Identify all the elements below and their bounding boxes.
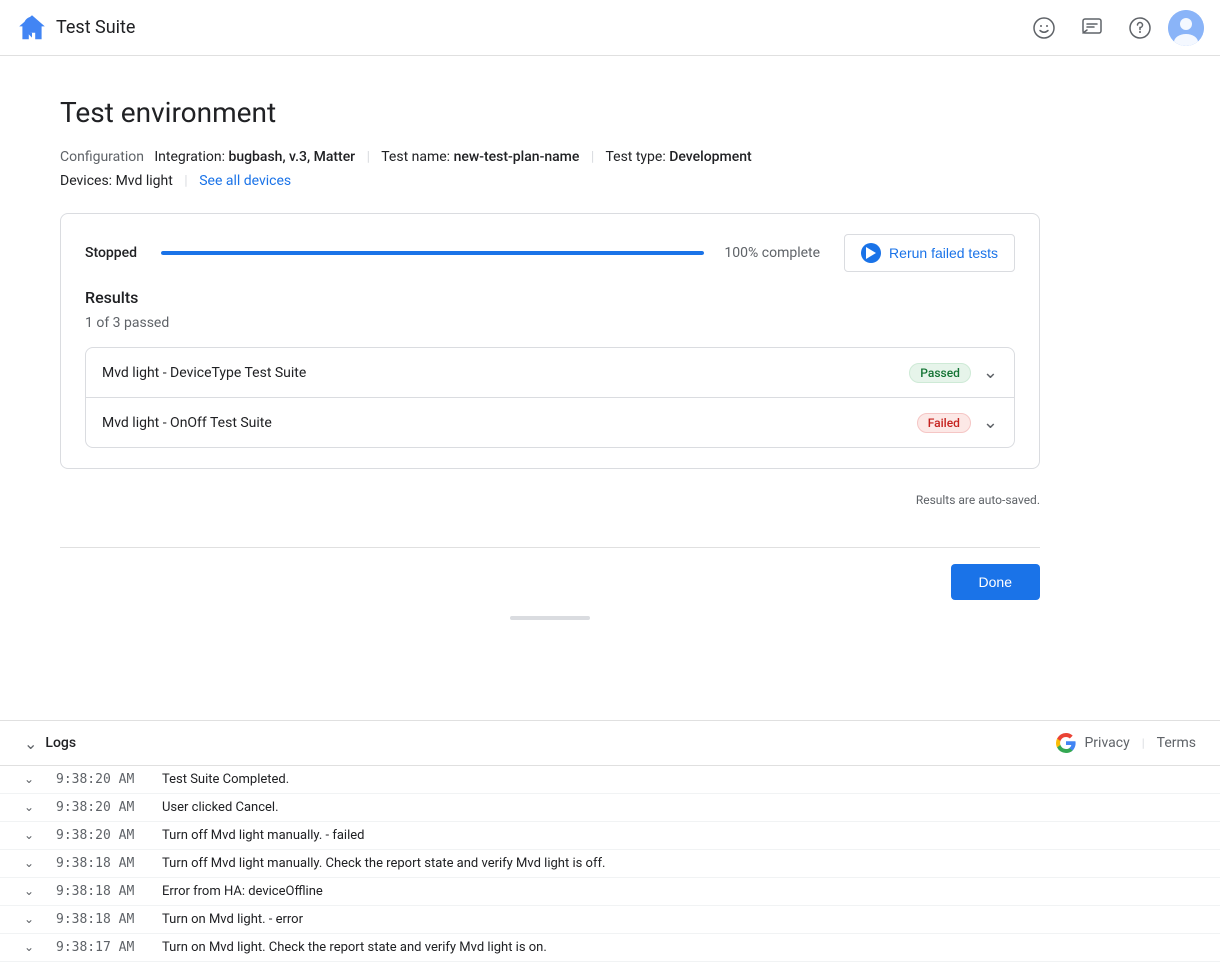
scroll-indicator [60, 616, 1040, 620]
test-type-label: Test type: [605, 149, 665, 165]
devices-line: Devices: Mvd light | See all devices [60, 173, 1040, 189]
log-time: 9:38:20 AM [56, 828, 146, 843]
log-message: Error from HA: deviceOffline [162, 884, 1196, 899]
separator-3: | [184, 173, 187, 189]
scroll-bar [510, 616, 590, 620]
log-expand-icon[interactable]: ⌄ [24, 856, 40, 870]
test-name-label: Test name: [381, 149, 450, 165]
logs-header-right: Privacy | Terms [1056, 733, 1196, 753]
chat-button[interactable] [1072, 8, 1112, 48]
test-right: Failed ⌄ [917, 412, 998, 433]
header-right [1024, 8, 1204, 48]
status-badge-failed: Failed [917, 413, 971, 433]
config-label: Configuration [60, 149, 144, 165]
chevron-down-icon: ⌄ [983, 412, 998, 433]
divider [60, 547, 1040, 548]
log-time: 9:38:17 AM [56, 940, 146, 955]
logs-content: ⌄ 9:38:20 AM Test Suite Completed. ⌄ 9:3… [0, 766, 1220, 962]
header-left: Test Suite [16, 12, 135, 44]
help-button[interactable] [1120, 8, 1160, 48]
log-message: Turn off Mvd light manually. Check the r… [162, 856, 1196, 871]
results-summary: 1 of 3 passed [85, 315, 1015, 331]
logs-title: Logs [45, 735, 76, 751]
separator-1: | [367, 149, 370, 165]
log-entry: ⌄ 9:38:20 AM Test Suite Completed. [0, 766, 1220, 794]
status-badge-passed: Passed [909, 363, 971, 383]
rerun-btn-label: Rerun failed tests [889, 245, 998, 261]
log-expand-icon[interactable]: ⌄ [24, 912, 40, 926]
devices-value: Mvd light [116, 173, 173, 189]
done-button[interactable]: Done [951, 564, 1040, 600]
log-entry: ⌄ 9:38:17 AM Turn on Mvd light. Check th… [0, 934, 1220, 962]
test-type-value: Development [669, 149, 751, 165]
log-time: 9:38:20 AM [56, 800, 146, 815]
emoji-button[interactable] [1024, 8, 1064, 48]
log-message: User clicked Cancel. [162, 800, 1196, 815]
progress-bar-container [161, 251, 704, 255]
log-expand-icon[interactable]: ⌄ [24, 828, 40, 842]
log-time: 9:38:18 AM [56, 912, 146, 927]
log-entry: ⌄ 9:38:18 AM Turn on Mvd light. - error [0, 906, 1220, 934]
log-message: Turn on Mvd light. - error [162, 912, 1196, 927]
status-text: Stopped [85, 245, 145, 261]
log-message: Turn off Mvd light manually. - failed [162, 828, 1196, 843]
logs-header-left: ⌄ Logs [24, 734, 76, 753]
logs-expand-icon[interactable]: ⌄ [24, 734, 37, 753]
page-title: Test environment [60, 96, 1040, 129]
app-logo [16, 12, 48, 44]
log-expand-icon[interactable]: ⌄ [24, 772, 40, 786]
main-content: Test environment Configuration Integrati… [0, 56, 1100, 660]
auto-saved-text: Results are auto-saved. [60, 493, 1040, 507]
log-entry: ⌄ 9:38:20 AM Turn off Mvd light manually… [0, 822, 1220, 850]
test-right: Passed ⌄ [909, 362, 998, 383]
app-header: Test Suite [0, 0, 1220, 56]
test-list: Mvd light - DeviceType Test Suite Passed… [85, 347, 1015, 448]
chevron-down-icon: ⌄ [983, 362, 998, 383]
progress-bar-fill [161, 251, 704, 255]
play-icon [861, 243, 881, 263]
log-expand-icon[interactable]: ⌄ [24, 884, 40, 898]
log-expand-icon[interactable]: ⌄ [24, 800, 40, 814]
privacy-link[interactable]: Privacy [1084, 735, 1129, 751]
devices-label: Devices: [60, 173, 112, 189]
log-message: Turn on Mvd light. Check the report stat… [162, 940, 1196, 955]
config-line: Configuration Integration: bugbash, v.3,… [60, 149, 1040, 165]
log-entry: ⌄ 9:38:20 AM User clicked Cancel. [0, 794, 1220, 822]
test-name: Mvd light - OnOff Test Suite [102, 415, 272, 431]
rerun-failed-tests-button[interactable]: Rerun failed tests [844, 234, 1015, 272]
results-title: Results [85, 288, 1015, 307]
log-entry: ⌄ 9:38:18 AM Turn off Mvd light manually… [0, 850, 1220, 878]
footer-pipe: | [1142, 736, 1145, 750]
test-item[interactable]: Mvd light - OnOff Test Suite Failed ⌄ [86, 398, 1014, 447]
integration-value: bugbash, v.3, Matter [228, 149, 355, 165]
app-title: Test Suite [56, 17, 135, 38]
integration-label: Integration: [154, 149, 225, 165]
log-time: 9:38:18 AM [56, 856, 146, 871]
see-all-devices-link[interactable]: See all devices [199, 173, 291, 189]
progress-left: Stopped 100% complete [85, 245, 820, 261]
separator-2: | [591, 149, 594, 165]
done-section: Done [60, 564, 1040, 616]
terms-link[interactable]: Terms [1157, 735, 1196, 751]
test-name-value: new-test-plan-name [454, 149, 580, 165]
progress-percent: 100% complete [720, 245, 820, 261]
user-avatar[interactable] [1168, 10, 1204, 46]
log-entry: ⌄ 9:38:18 AM Error from HA: deviceOfflin… [0, 878, 1220, 906]
progress-row: Stopped 100% complete Rerun failed tests [85, 234, 1015, 272]
progress-card: Stopped 100% complete Rerun failed tests… [60, 213, 1040, 469]
log-expand-icon[interactable]: ⌄ [24, 940, 40, 954]
log-message: Test Suite Completed. [162, 772, 1196, 787]
test-name: Mvd light - DeviceType Test Suite [102, 365, 306, 381]
google-logo [1056, 733, 1076, 753]
log-time: 9:38:20 AM [56, 772, 146, 787]
results-section: Results 1 of 3 passed Mvd light - Device… [85, 288, 1015, 448]
logs-header: ⌄ Logs Privacy | Terms [0, 721, 1220, 766]
logs-section: ⌄ Logs Privacy | Terms ⌄ 9:38:20 AM Test… [0, 720, 1220, 962]
log-time: 9:38:18 AM [56, 884, 146, 899]
test-item[interactable]: Mvd light - DeviceType Test Suite Passed… [86, 348, 1014, 398]
